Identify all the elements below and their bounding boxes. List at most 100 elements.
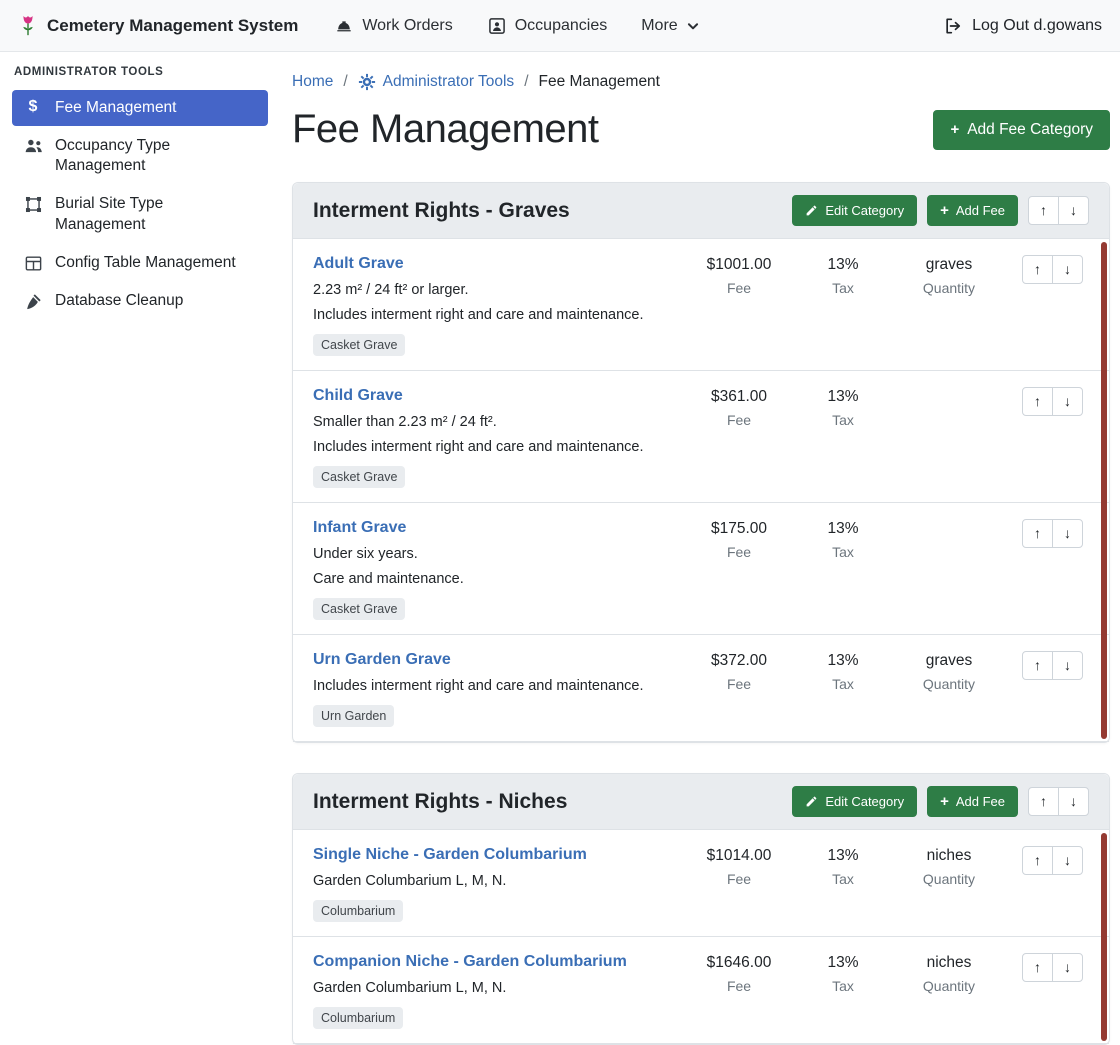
nav-item-occupancies[interactable]: Occupancies	[487, 16, 608, 36]
list-scrollbar[interactable]	[1101, 833, 1107, 1041]
move-fee-up-button[interactable]: ↑	[1022, 953, 1053, 982]
category-title: Interment Rights - Niches	[313, 790, 567, 814]
fee-tax: 13%	[795, 520, 891, 538]
app-title: Cemetery Management System	[47, 16, 298, 36]
arrow-up-icon: ↑	[1034, 852, 1041, 868]
fee-quantity-column: graves Quantity	[891, 255, 1007, 296]
sidebar-item-config-table-management[interactable]: Config Table Management	[12, 245, 268, 281]
fee-reorder-group: ↑ ↓	[1022, 651, 1083, 680]
move-fee-up-button[interactable]: ↑	[1022, 255, 1053, 284]
fee-quantity-label: Quantity	[891, 676, 1007, 692]
nav-item-work-orders[interactable]: Work Orders	[334, 16, 452, 36]
fee-type-badge: Columbarium	[313, 900, 403, 922]
move-fee-down-button[interactable]: ↓	[1052, 387, 1083, 416]
fee-amount-column: $1001.00 Fee	[683, 255, 795, 296]
move-fee-up-button[interactable]: ↑	[1022, 519, 1053, 548]
fee-info: Companion Niche - Garden Columbarium Gar…	[313, 953, 683, 1029]
add-fee-category-button[interactable]: + Add Fee Category	[933, 110, 1110, 150]
fee-type-badge: Casket Grave	[313, 466, 405, 488]
fee-name-link[interactable]: Single Niche - Garden Columbarium	[313, 846, 587, 864]
move-fee-down-button[interactable]: ↓	[1052, 255, 1083, 284]
logout-button[interactable]: Log Out d.gowans	[943, 16, 1102, 36]
vector-square-icon	[22, 195, 44, 214]
fee-name-link[interactable]: Urn Garden Grave	[313, 651, 451, 669]
fee-tax-label: Tax	[795, 412, 891, 428]
fee-amount: $361.00	[683, 388, 795, 406]
edit-category-button[interactable]: Edit Category	[792, 786, 917, 817]
arrow-down-icon: ↓	[1070, 793, 1077, 809]
sidebar-item-occupancy-type-management[interactable]: Occupancy Type Management	[12, 128, 268, 184]
fee-quantity-column: niches Quantity	[891, 846, 1007, 887]
list-scrollbar[interactable]	[1101, 242, 1107, 739]
fee-tax-column: 13% Tax	[795, 846, 891, 887]
move-fee-up-button[interactable]: ↑	[1022, 387, 1053, 416]
sidebar-item-burial-site-type-management[interactable]: Burial Site Type Management	[12, 186, 268, 242]
arrow-down-icon: ↓	[1064, 657, 1071, 673]
fee-quantity-column: niches Quantity	[891, 953, 1007, 994]
fee-reorder-group: ↑ ↓	[1022, 255, 1083, 284]
sidebar-item-database-cleanup[interactable]: Database Cleanup	[12, 283, 268, 320]
fee-amount-label: Fee	[683, 676, 795, 692]
move-category-down-button[interactable]: ↓	[1058, 787, 1089, 816]
edit-category-button[interactable]: Edit Category	[792, 195, 917, 226]
move-fee-down-button[interactable]: ↓	[1052, 846, 1083, 875]
arrow-up-icon: ↑	[1034, 261, 1041, 277]
move-fee-down-button[interactable]: ↓	[1052, 519, 1083, 548]
fee-tax: 13%	[795, 652, 891, 670]
fee-amount-label: Fee	[683, 871, 795, 887]
fee-row: Infant Grave Under six years. Care and m…	[293, 503, 1109, 635]
table-icon	[22, 254, 44, 273]
breadcrumb-home-link[interactable]: Home	[292, 73, 333, 91]
fee-tax: 13%	[795, 954, 891, 972]
fee-description-2: Care and maintenance.	[313, 571, 673, 587]
fee-description: Smaller than 2.23 m² / 24 ft².	[313, 414, 673, 430]
fee-quantity-label: Quantity	[891, 871, 1007, 887]
breadcrumb-admin-tools-link[interactable]: Administrator Tools	[358, 73, 515, 91]
users-icon	[22, 137, 44, 155]
fee-name-link[interactable]: Adult Grave	[313, 255, 404, 273]
fee-name-link[interactable]: Child Grave	[313, 387, 403, 405]
sidebar-item-fee-management[interactable]: $ Fee Management	[12, 90, 268, 126]
arrow-down-icon: ↓	[1070, 202, 1077, 218]
fee-type-badge: Urn Garden	[313, 705, 394, 727]
fee-description: 2.23 m² / 24 ft² or larger.	[313, 282, 673, 298]
fee-description: Under six years.	[313, 546, 673, 562]
sidebar: ADMINISTRATOR TOOLS $ Fee Management Occ…	[0, 52, 280, 939]
fee-name-link[interactable]: Infant Grave	[313, 519, 406, 537]
fee-name-link[interactable]: Companion Niche - Garden Columbarium	[313, 953, 627, 971]
fee-row: Adult Grave 2.23 m² / 24 ft² or larger. …	[293, 239, 1109, 371]
move-fee-down-button[interactable]: ↓	[1052, 953, 1083, 982]
fee-amount-column: $361.00 Fee	[683, 387, 795, 428]
add-fee-button[interactable]: + Add Fee	[927, 786, 1018, 817]
fee-tax-label: Tax	[795, 280, 891, 296]
app-brand: Cemetery Management System	[18, 13, 298, 39]
main-content: Home /	[280, 52, 1120, 939]
fee-quantity-column: graves Quantity	[891, 651, 1007, 692]
fee-amount: $1001.00	[683, 256, 795, 274]
fee-quantity-column: Quantity	[891, 387, 1007, 410]
gear-icon	[358, 73, 376, 91]
fee-tax-column: 13% Tax	[795, 255, 891, 296]
move-fee-down-button[interactable]: ↓	[1052, 651, 1083, 680]
fee-list: Single Niche - Garden Columbarium Garden…	[293, 830, 1109, 1044]
fee-description-2: Includes interment right and care and ma…	[313, 439, 673, 455]
plus-icon: +	[940, 794, 949, 809]
fee-description: Garden Columbarium L, M, N.	[313, 873, 673, 889]
nav-item-more[interactable]: More	[641, 17, 699, 35]
fee-row: Companion Niche - Garden Columbarium Gar…	[293, 937, 1109, 1044]
move-category-up-button[interactable]: ↑	[1028, 787, 1059, 816]
move-category-down-button[interactable]: ↓	[1058, 196, 1089, 225]
fee-amount-label: Fee	[683, 280, 795, 296]
move-category-up-button[interactable]: ↑	[1028, 196, 1059, 225]
move-fee-up-button[interactable]: ↑	[1022, 651, 1053, 680]
pencil-icon	[805, 204, 818, 217]
add-fee-button[interactable]: + Add Fee	[927, 195, 1018, 226]
arrow-up-icon: ↑	[1034, 393, 1041, 409]
fee-amount-column: $1014.00 Fee	[683, 846, 795, 887]
move-fee-up-button[interactable]: ↑	[1022, 846, 1053, 875]
arrow-down-icon: ↓	[1064, 261, 1071, 277]
category-header: Interment Rights - Graves Edit Category …	[293, 183, 1109, 239]
fee-quantity-unit: graves	[891, 652, 1007, 670]
breadcrumb-separator: /	[343, 73, 347, 91]
fee-tax-column: 13% Tax	[795, 387, 891, 428]
